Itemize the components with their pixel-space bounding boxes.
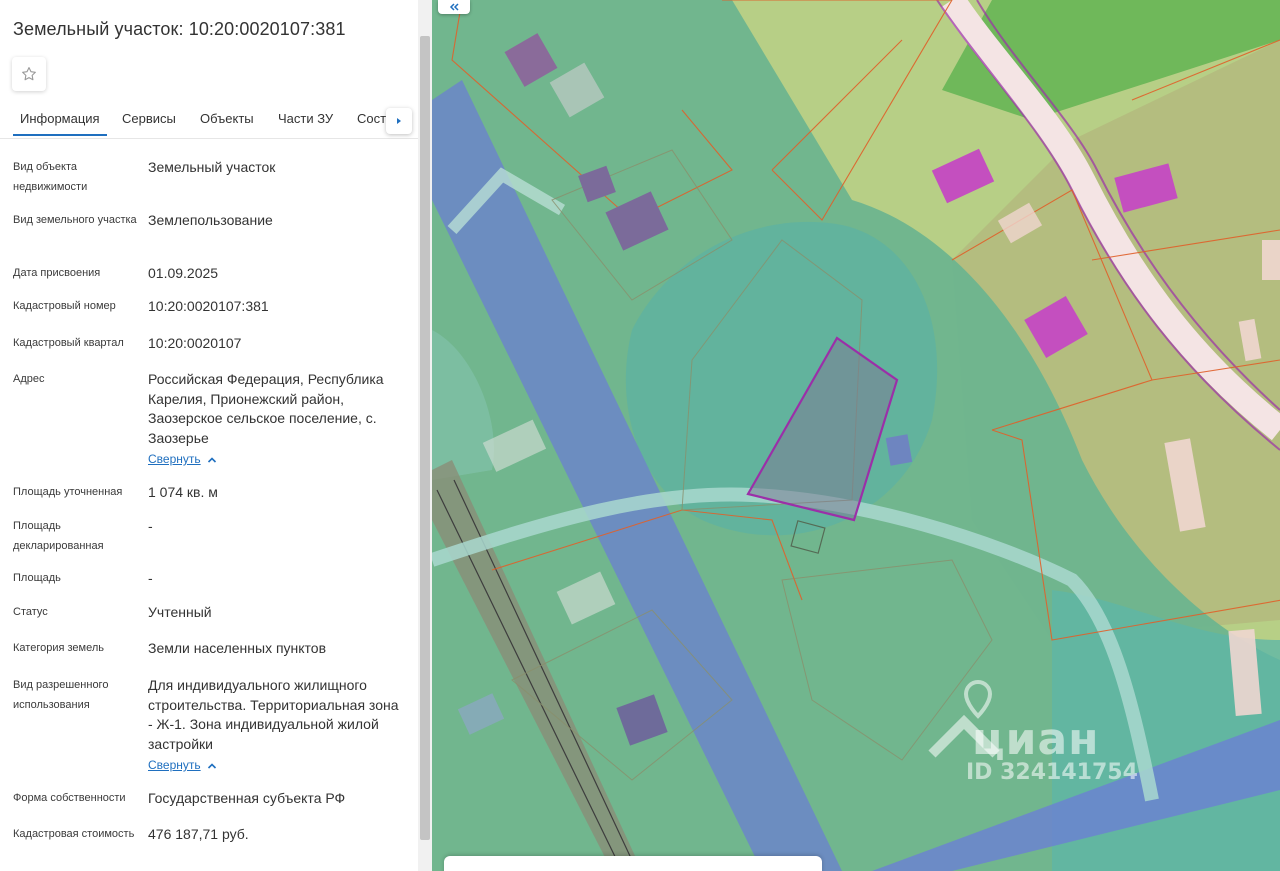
chevron-up-icon (207, 763, 216, 769)
info-panel: Земельный участок: 10:20:0020107:381 Инф… (0, 0, 418, 871)
tab-information[interactable]: Информация (13, 111, 107, 136)
double-chevron-left-icon (449, 3, 459, 11)
tab-objects[interactable]: Объекты (200, 111, 254, 126)
tab-parts[interactable]: Части ЗУ (278, 111, 333, 126)
chevron-right-icon (397, 118, 401, 124)
row-value: 01.09.2025 (148, 265, 219, 281)
row-value: - (148, 518, 153, 534)
tabs-next-button[interactable] (386, 108, 412, 134)
row-label: Вид разрешенного использования (13, 679, 109, 711)
collapse-link-label: Свернуть (148, 758, 201, 772)
row-label: Дата присвоения (13, 267, 101, 279)
page-title: Земельный участок: 10:20:0020107:381 (13, 19, 346, 39)
row-label: Площадь уточненная (13, 486, 123, 498)
tab-services[interactable]: Сервисы (122, 111, 176, 126)
row-label: Кадастровый номер (13, 300, 116, 312)
row-label: Кадастровый квартал (13, 337, 124, 349)
permitted-use-collapse-link[interactable]: Свернуть (148, 756, 217, 776)
row-label: Площадь (13, 572, 61, 584)
collapse-panel-button[interactable] (438, 0, 470, 14)
row-value: 10:20:0020107:381 (148, 298, 269, 314)
row-value: 1 074 кв. м (148, 484, 218, 500)
row-label: Кадастровая стоимость (13, 828, 135, 840)
row-value: Земельный участок (148, 159, 276, 175)
row-value: 10:20:0020107 (148, 335, 242, 351)
row-label: Вид земельного участка (13, 214, 137, 226)
map-bottom-panel[interactable] (444, 856, 822, 871)
row-value-block: Российская Федерация, Республика Карелия… (148, 370, 403, 470)
row-value: Учтенный (148, 604, 212, 620)
favorite-button[interactable] (12, 57, 46, 91)
row-label: Форма собственности (13, 792, 126, 804)
row-value: Земли населенных пунктов (148, 640, 327, 656)
panel-scrollbar-thumb[interactable] (420, 36, 430, 840)
row-value-block: Для индивидуального жилищного строительс… (148, 676, 403, 776)
row-value: Для индивидуального жилищного строительс… (148, 677, 399, 752)
row-value: Российская Федерация, Республика Карелия… (148, 371, 384, 446)
row-value: Государственная субъекта РФ (148, 790, 346, 806)
row-label: Площадь декларированная (13, 520, 104, 552)
map-canvas[interactable] (432, 0, 1280, 871)
chevron-up-icon (207, 457, 216, 463)
collapse-link-label: Свернуть (148, 452, 201, 466)
watermark-brand: циан (972, 714, 1100, 765)
watermark-id: ID 324141754 (966, 760, 1138, 785)
address-collapse-link[interactable]: Свернуть (148, 450, 217, 470)
tab-bar: Информация Сервисы Объекты Части ЗУ (0, 100, 418, 139)
row-value: - (148, 570, 153, 586)
row-label: Статус (13, 606, 48, 618)
cadastral-map[interactable] (432, 0, 1280, 871)
star-icon (22, 67, 36, 81)
row-label: Категория земель (13, 642, 104, 654)
row-label: Адрес (13, 373, 45, 385)
row-value: 476 187,71 руб. (148, 826, 249, 842)
row-value: Землепользование (148, 212, 273, 228)
row-label: Вид объекта недвижимости (13, 161, 88, 193)
